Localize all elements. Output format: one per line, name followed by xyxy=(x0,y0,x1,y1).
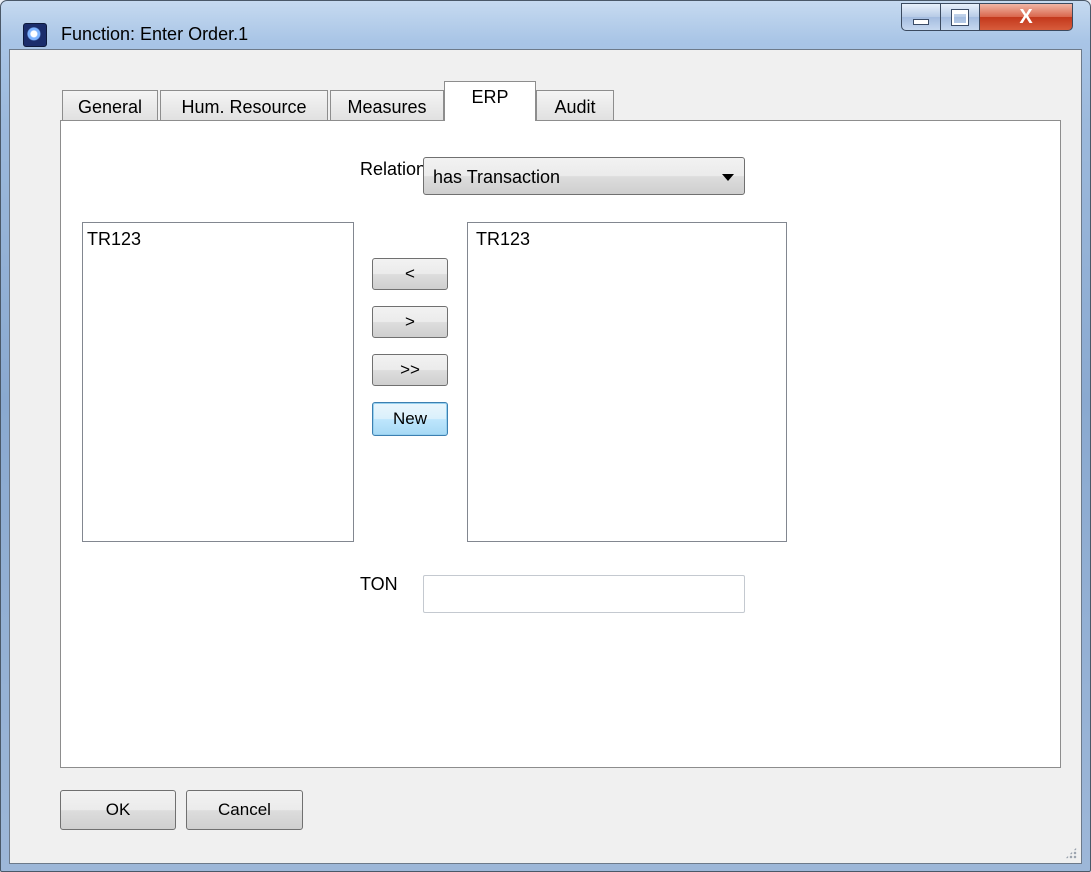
tab-audit-label: Audit xyxy=(554,97,596,117)
new-button[interactable]: New xyxy=(372,402,448,436)
dialog-client-area: General Hum. Resource Measures ERP Audit… xyxy=(9,49,1082,864)
cancel-button[interactable]: Cancel xyxy=(186,790,303,830)
window-title: Function: Enter Order.1 xyxy=(61,24,249,44)
chevron-down-icon xyxy=(722,174,734,181)
tab-general-label: General xyxy=(77,97,143,117)
tab-measures-label: Measures xyxy=(347,97,427,117)
tab-erp[interactable]: ERP xyxy=(444,81,536,121)
list-item[interactable]: TR123 xyxy=(87,229,141,250)
close-button[interactable]: X xyxy=(979,3,1073,31)
app-globe-icon[interactable] xyxy=(23,23,47,47)
ok-button[interactable]: OK xyxy=(60,790,176,830)
assigned-items-list[interactable]: TR123 xyxy=(467,222,787,542)
close-icon: X xyxy=(1019,5,1033,28)
relation-selected-value: has Transaction xyxy=(433,167,561,187)
list-item[interactable]: TR123 xyxy=(476,229,530,250)
move-left-button[interactable]: < xyxy=(372,258,448,290)
maximize-icon xyxy=(951,8,969,26)
move-all-right-button[interactable]: >> xyxy=(372,354,448,386)
tab-audit[interactable]: Audit xyxy=(536,90,614,124)
tab-hum-resource-label: Hum. Resource xyxy=(181,97,307,117)
move-right-button[interactable]: > xyxy=(372,306,448,338)
relation-dropdown[interactable]: has Transaction xyxy=(423,157,745,195)
minimize-button[interactable] xyxy=(901,3,941,31)
maximize-button[interactable] xyxy=(940,3,980,31)
available-items-list[interactable]: TR123 xyxy=(82,222,354,542)
resize-grip-icon[interactable] xyxy=(1065,847,1077,859)
tab-hum-resource[interactable]: Hum. Resource xyxy=(160,90,328,124)
dialog-window: Function: Enter Order.1 X General Hum. R… xyxy=(0,0,1091,872)
minimize-icon xyxy=(913,19,929,25)
tab-erp-label: ERP xyxy=(471,87,509,107)
title-bar[interactable]: Function: Enter Order.1 X xyxy=(1,1,1090,49)
tab-general[interactable]: General xyxy=(62,90,158,124)
ton-input[interactable] xyxy=(423,575,745,613)
tab-measures[interactable]: Measures xyxy=(330,90,444,124)
